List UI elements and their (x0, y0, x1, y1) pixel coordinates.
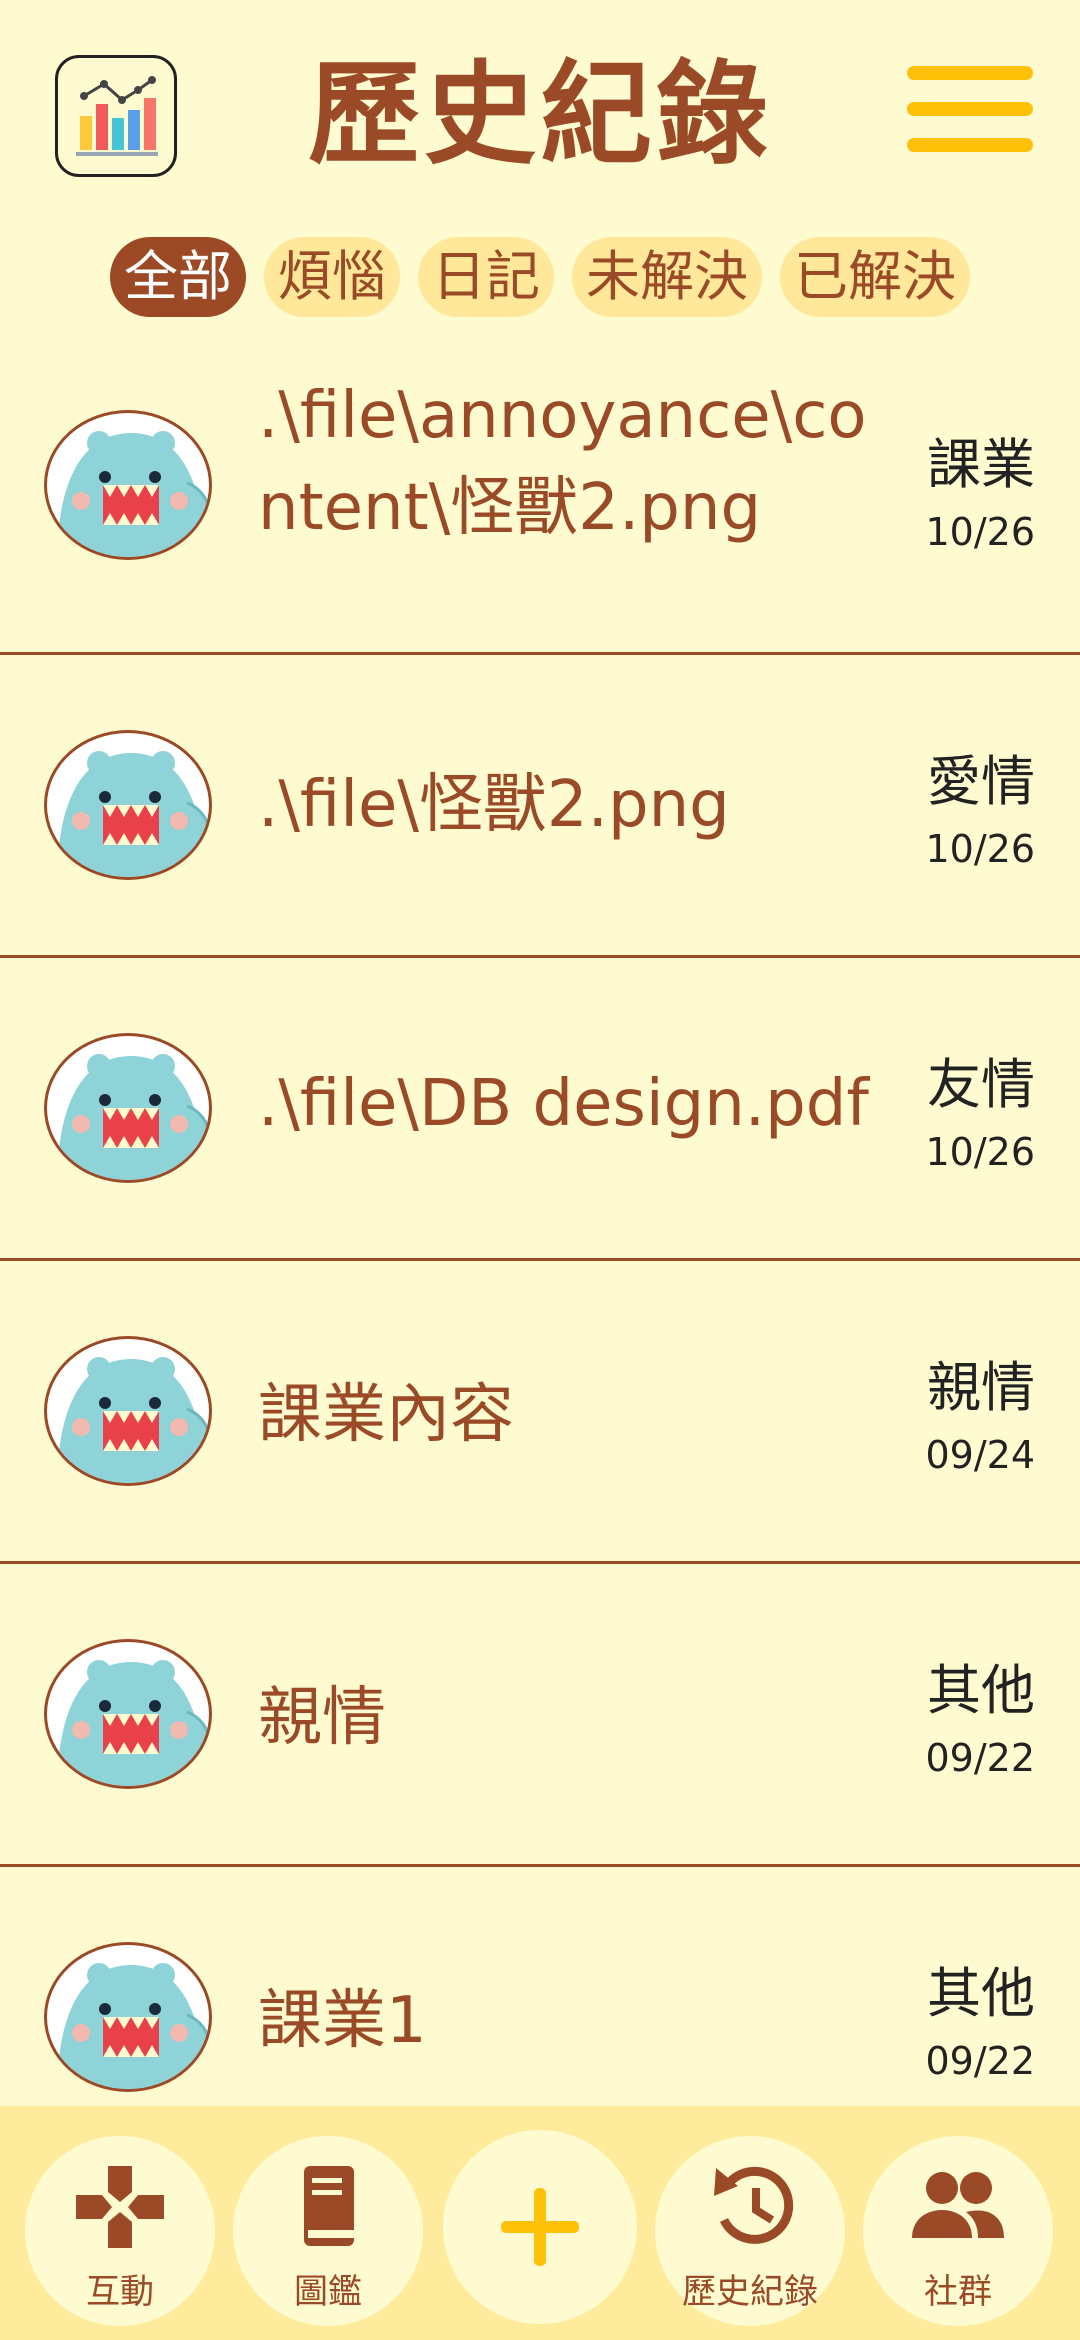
record-title: .\file\怪獸2.png (258, 768, 730, 842)
hamburger-menu-icon[interactable] (907, 66, 1033, 152)
record-title: 課業1 (258, 1984, 427, 2058)
list-item[interactable]: 親情 其他 09/22 (0, 1564, 1080, 1867)
nav-label: 圖鑑 (294, 2272, 362, 2312)
record-title: 親情 (258, 1681, 386, 1755)
record-title: .\file\DB design.pdf (258, 1067, 869, 1141)
record-title: .\file\annoyance\content\怪獸2.png (258, 379, 867, 545)
history-icon (714, 2166, 794, 2244)
app-header: 歷史紀錄 (0, 0, 1080, 220)
record-category: 友情 (927, 1053, 1035, 1116)
nav-label: 社群 (924, 2272, 992, 2312)
record-date: 09/24 (925, 1433, 1035, 1477)
list-item[interactable]: .\file\怪獸2.png 愛情 10/26 (0, 655, 1080, 958)
list-item[interactable]: 課業1 其他 09/22 (0, 1867, 1080, 2127)
list-item[interactable]: 課業內容 親情 09/24 (0, 1261, 1080, 1564)
nav-community[interactable]: 社群 (863, 2136, 1053, 2326)
add-button[interactable] (443, 2130, 637, 2324)
record-category: 其他 (927, 1659, 1035, 1722)
record-category: 親情 (927, 1356, 1035, 1419)
filter-chip-diary[interactable]: 日記 (418, 237, 554, 317)
avatar (44, 1033, 212, 1183)
avatar (44, 1639, 212, 1789)
avatar (44, 1336, 212, 1486)
filter-chip-annoyance[interactable]: 煩惱 (264, 237, 400, 317)
nav-label: 歷史紀錄 (682, 2272, 818, 2312)
gamepad-icon (76, 2166, 164, 2248)
nav-encyclopedia[interactable]: 圖鑑 (233, 2136, 423, 2326)
record-date: 10/26 (925, 1130, 1035, 1174)
filter-chip-unsolved[interactable]: 未解決 (572, 237, 762, 317)
bottom-nav: 互動 圖鑑 歷史紀錄 社群 (0, 2106, 1080, 2340)
record-category: 愛情 (927, 750, 1035, 813)
filter-bar: 全部 煩惱 日記 未解決 已解決 (0, 237, 1080, 321)
avatar (44, 1942, 212, 2092)
avatar (44, 730, 212, 880)
record-date: 10/26 (925, 827, 1035, 871)
record-category: 課業 (927, 433, 1035, 496)
record-category: 其他 (927, 1962, 1035, 2025)
filter-chip-all[interactable]: 全部 (110, 237, 246, 317)
history-list: .\file\annoyance\content\怪獸2.png 課業 10/2… (0, 350, 1080, 2127)
record-date: 10/26 (925, 510, 1035, 554)
list-item[interactable]: .\file\DB design.pdf 友情 10/26 (0, 958, 1080, 1261)
list-item[interactable]: .\file\annoyance\content\怪獸2.png 課業 10/2… (0, 350, 1080, 655)
nav-interact[interactable]: 互動 (25, 2136, 215, 2326)
nav-label: 互動 (86, 2272, 154, 2312)
filter-chip-solved[interactable]: 已解決 (780, 237, 970, 317)
record-date: 09/22 (925, 2039, 1035, 2083)
nav-history[interactable]: 歷史紀錄 (655, 2136, 845, 2326)
add-icon (501, 2188, 579, 2266)
record-date: 09/22 (925, 1736, 1035, 1780)
record-title: 課業內容 (258, 1378, 514, 1452)
avatar (44, 410, 212, 560)
book-icon (304, 2166, 354, 2246)
group-icon (912, 2172, 1004, 2238)
